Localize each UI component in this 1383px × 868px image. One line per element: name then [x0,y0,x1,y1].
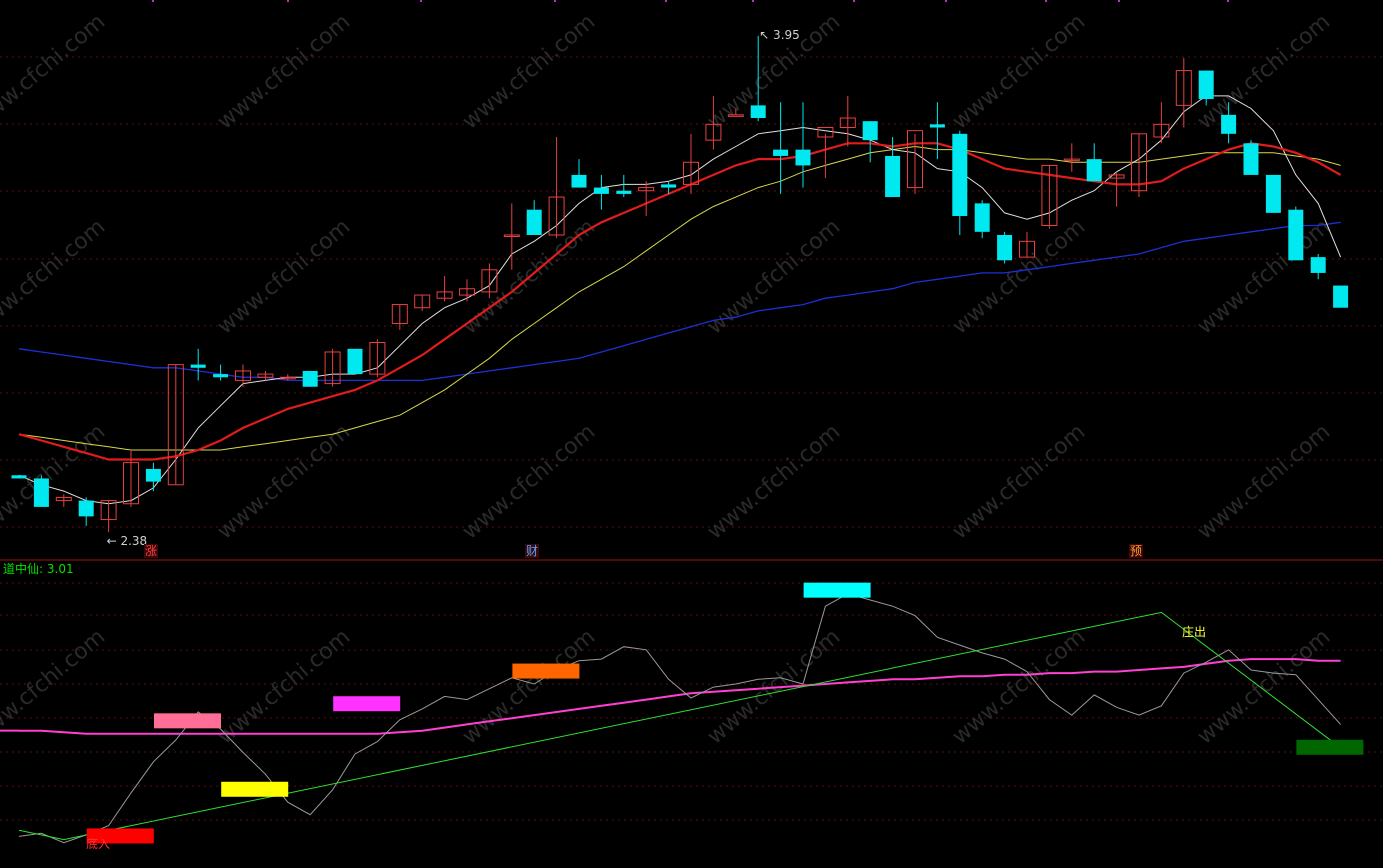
indicator-value: 3.01 [46,562,74,576]
watermark-text: www.cfchi.com [1193,419,1335,544]
candle-body-down [11,475,27,479]
top-tick-dot [1227,0,1229,2]
bottom-entry-label: 底入 [86,837,111,851]
chart-svg: www.cfchi.com www.cfchi.com www.cfchi.com w… [0,0,1383,844]
watermark-text: www.cfchi.com [0,419,110,544]
watermark-text: www.cfchi.com [948,419,1090,544]
top-tick-dot [287,0,289,2]
chart-stage: www.cfchi.com www.cfchi.com www.cfchi.com w… [0,0,1383,864]
watermark-text: www.cfchi.com [213,9,355,134]
candle-body-down [997,234,1013,261]
watermark-text: www.cfchi.com [213,624,355,749]
signal-bar [1296,739,1364,755]
watermark-text: www.cfchi.com [703,419,845,544]
watermark-text: www.cfchi.com [0,214,110,339]
top-tick-dot [853,0,855,2]
candle-body-down [750,105,766,119]
event-tag-zhang[interactable]: 涨 [144,544,159,558]
top-tick-dot [665,0,667,2]
signal-bar [333,696,401,712]
candle-body-down [1198,70,1214,100]
candle-body-down [213,374,229,378]
candle-body-down [347,348,363,375]
candle-body-down [1086,159,1102,182]
indicator-panel [0,582,1364,844]
candle-body-down [302,370,318,387]
candle-body-down [1288,209,1304,261]
watermark-text: www.cfchi.com [1193,214,1335,339]
event-tag-cai[interactable]: 财 [525,544,540,558]
candle-body-down [952,133,968,217]
low-marker-label: ← 2.38 [106,534,148,549]
signal-bar [154,713,221,729]
candle-body-down [33,478,49,507]
indicator-name: 道中仙 [3,562,40,576]
candle-body-down [1243,143,1259,175]
moving-average-lines [18,95,1342,505]
candle-body-down [661,184,677,188]
watermark-text: www.cfchi.com [458,624,600,749]
candle-body-down [78,500,94,517]
indicator-title: 道中仙: 3.01 [3,562,74,576]
watermark-text: www.cfchi.com [458,419,600,544]
top-tick-dot [420,0,422,2]
candle-body-down [974,203,990,232]
candle-body-down [1310,257,1326,273]
watermark-text: www.cfchi.com [1193,624,1335,749]
watermark-text: www.cfchi.com [213,214,355,339]
candle-body-down [862,121,878,141]
candle-body-down [795,149,811,166]
grid [0,0,1383,821]
watermark-text: www.cfchi.com [948,214,1090,339]
watermark-text: www.cfchi.com [458,9,600,134]
watermark-text: www.cfchi.com [948,624,1090,749]
watermark-text: www.cfchi.com [213,419,355,544]
high-marker-label: ↖ 3.95 [759,27,800,42]
candle-body-down [145,468,161,482]
watermark-text: www.cfchi.com [703,214,845,339]
watermark-text: www.cfchi.com [1193,9,1335,134]
candle-body-down [1265,174,1281,213]
candle-body-down [1333,285,1349,308]
signal-bar [512,663,580,679]
signal-bar [221,781,289,797]
watermark-text: www.cfchi.com [0,9,110,134]
top-tick-dot [1045,0,1047,2]
top-tick-dot [945,0,947,2]
candle-body-down [1221,114,1237,134]
top-tick-dot [1118,0,1120,2]
top-tick-dot [752,0,754,2]
candle-body-down [885,155,901,198]
candle-body-down [773,149,789,156]
watermark-layer: www.cfchi.com www.cfchi.com www.cfchi.com w… [0,9,1335,749]
candle-body-down [526,209,542,235]
top-tick-dot [152,0,154,2]
watermark-text: www.cfchi.com [948,9,1090,134]
candle-body-down [593,187,609,194]
top-exit-label: 庄出 [1182,625,1207,639]
candle-body-down [929,124,945,128]
candle-body-down [616,190,632,194]
candles [11,35,1349,533]
top-tick-dot [554,0,556,2]
candle-body-down [190,364,206,368]
ma-blue-line [18,221,1341,382]
event-tag-yu[interactable]: 预 [1129,544,1144,558]
signal-bar [803,582,871,598]
ma-yellow-line [18,145,1341,451]
candle-body-down [571,174,587,188]
